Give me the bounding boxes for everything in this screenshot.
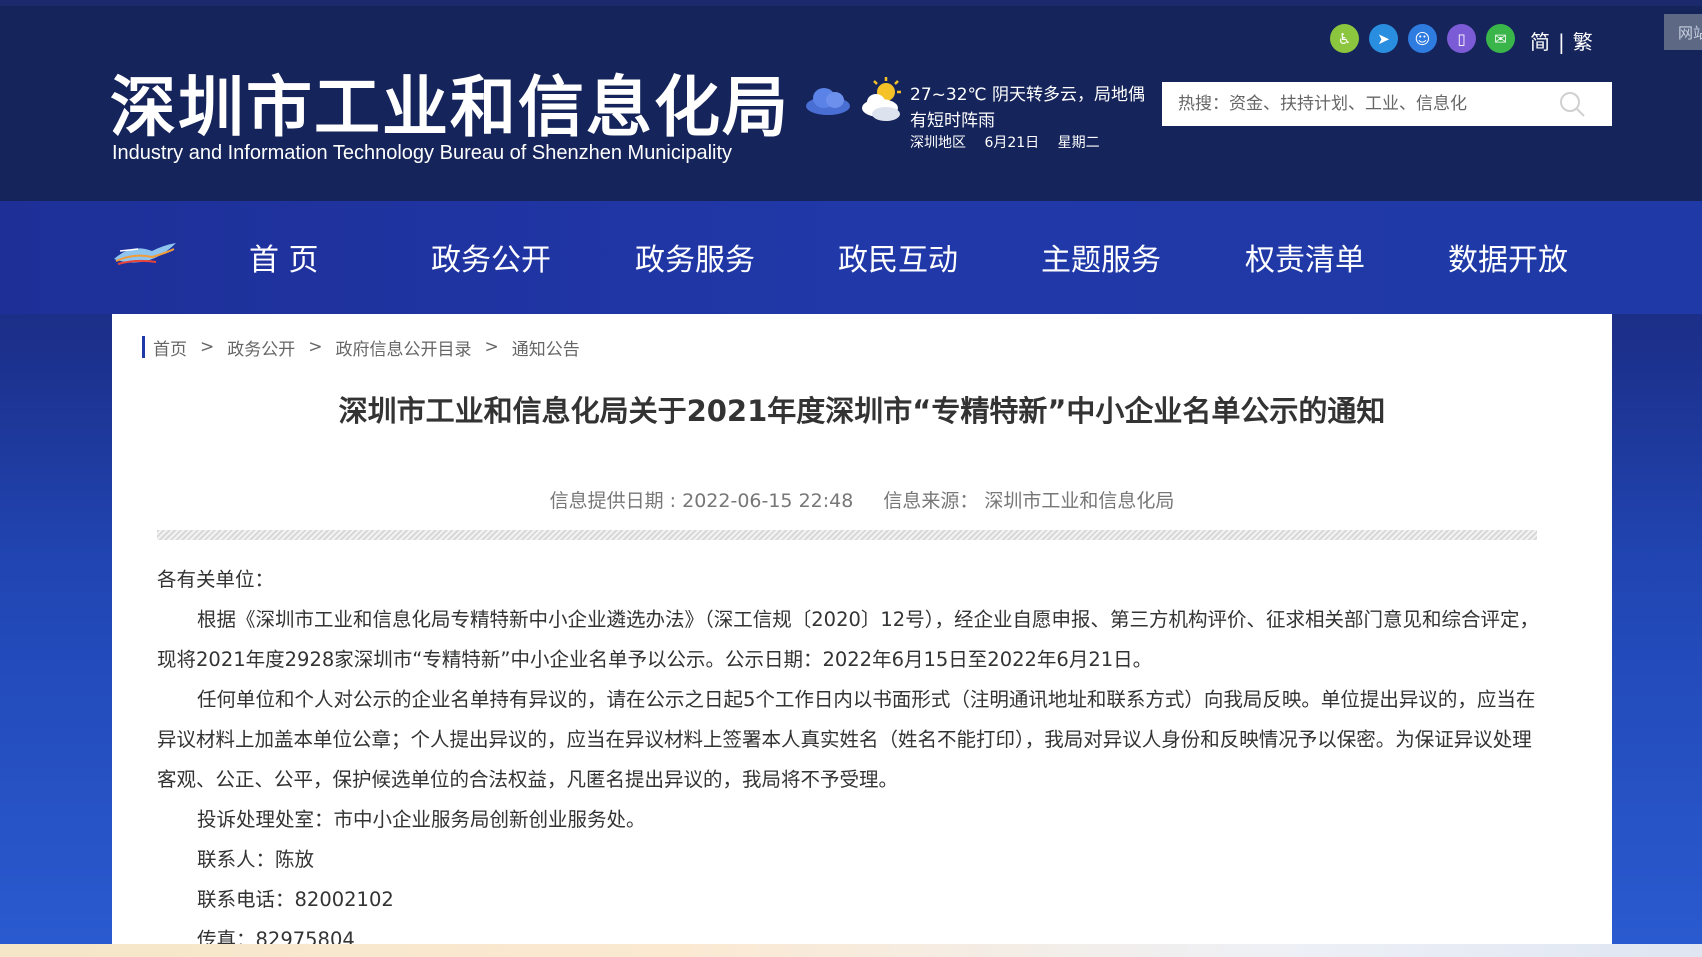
search-icon[interactable] [1558, 90, 1586, 118]
nav-item-gov-services[interactable]: 政务服务 [635, 235, 755, 279]
breadcrumb-gov-affairs-open[interactable]: 政务公开 [227, 335, 295, 360]
nav-item-open-data[interactable]: 数据开放 [1448, 235, 1568, 279]
weather-date: 6月21日 [984, 135, 1040, 151]
bottom-strip [0, 944, 1702, 957]
breadcrumb-separator: > [308, 337, 323, 357]
article-paragraph: 根据《深圳市工业和信息化局专精特新中小企业遴选办法》（深工信规〔2020〕12号… [157, 608, 1539, 671]
lang-separator: | [1558, 30, 1565, 54]
site-logo-title[interactable]: 深圳市工业和信息化局 [110, 54, 790, 150]
breadcrumb-separator: > [200, 337, 215, 357]
lang-simplified[interactable]: 简 [1530, 30, 1550, 54]
divider [157, 530, 1537, 540]
telegram-icon[interactable]: ➤ [1369, 24, 1398, 53]
lang-traditional[interactable]: 繁 [1573, 30, 1593, 54]
page: 深圳市工业和信息化局 Industry and Information Tech… [0, 0, 1702, 957]
article-date: 信息提供日期 : 2022-06-15 22:48 [549, 490, 854, 512]
weather-location-date: 深圳地区 6月21日 星期二 [910, 132, 1114, 152]
nav-item-home[interactable]: 首 页 [249, 235, 319, 279]
article-greeting: 各有关单位： [157, 568, 275, 591]
city-emblem-icon[interactable] [112, 239, 178, 269]
nav-item-theme-services[interactable]: 主题服务 [1041, 235, 1161, 279]
article-source: 信息来源： 深圳市工业和信息化局 [883, 490, 1175, 512]
contact-person: 联系人：陈放 [197, 848, 315, 871]
site-logo-subtitle: Industry and Information Technology Bure… [112, 142, 733, 164]
weather-forecast: 27~32℃ 阴天转多云，局地偶有短时阵雨 [910, 85, 1146, 131]
robot-icon[interactable]: ☺ [1408, 24, 1437, 53]
cloud-icon [806, 88, 850, 115]
language-switch: 简 | 繁 [1530, 26, 1593, 55]
corner-tab[interactable]: 网站 [1664, 14, 1702, 50]
weather-weekday: 星期二 [1057, 135, 1100, 151]
article-meta: 信息提供日期 : 2022-06-15 22:48 信息来源： 深圳市工业和信息化… [112, 486, 1612, 513]
breadcrumb-info-catalog[interactable]: 政府信息公开目录 [336, 335, 472, 360]
breadcrumb-separator: > [484, 337, 499, 357]
wechat-icon[interactable]: ✉ [1486, 24, 1515, 53]
weather-cloudy-sun-icon [862, 77, 901, 121]
mobile-icon[interactable]: ▯ [1447, 24, 1476, 53]
top-icon-bar: ♿ ➤ ☺ ▯ ✉ [1330, 24, 1515, 53]
breadcrumb-notices[interactable]: 通知公告 [512, 335, 580, 360]
article-paragraph: 任何单位和个人对公示的企业名单持有异议的，请在公示之日起5个工作日内以书面形式（… [157, 688, 1536, 791]
weather-location: 深圳地区 [910, 135, 966, 151]
nav-item-interaction[interactable]: 政民互动 [838, 235, 958, 279]
main-nav: 首 页 政务公开 政务服务 政民互动 主题服务 权责清单 数据开放 [0, 201, 1702, 314]
article-body: 各有关单位： 根据《深圳市工业和信息化局专精特新中小企业遴选办法》（深工信规〔2… [157, 560, 1542, 957]
nav-item-gov-affairs-open[interactable]: 政务公开 [431, 235, 551, 279]
search-input[interactable] [1162, 82, 1612, 126]
accessibility-icon[interactable]: ♿ [1330, 24, 1359, 53]
article-container: 首页 > 政务公开 > 政府信息公开目录 > 通知公告 深圳市工业和信息化局关于… [112, 314, 1612, 951]
article-title: 深圳市工业和信息化局关于2021年度深圳市“专精特新”中小企业名单公示的通知 [338, 394, 1386, 428]
breadcrumb-home[interactable]: 首页 [153, 335, 187, 360]
breadcrumb: 首页 > 政务公开 > 政府信息公开目录 > 通知公告 [142, 335, 580, 360]
nav-item-responsibility-list[interactable]: 权责清单 [1245, 235, 1365, 279]
contact-phone: 联系电话：82002102 [197, 888, 394, 911]
article-paragraph: 投诉处理处室：市中小企业服务局创新创业服务处。 [197, 808, 646, 831]
